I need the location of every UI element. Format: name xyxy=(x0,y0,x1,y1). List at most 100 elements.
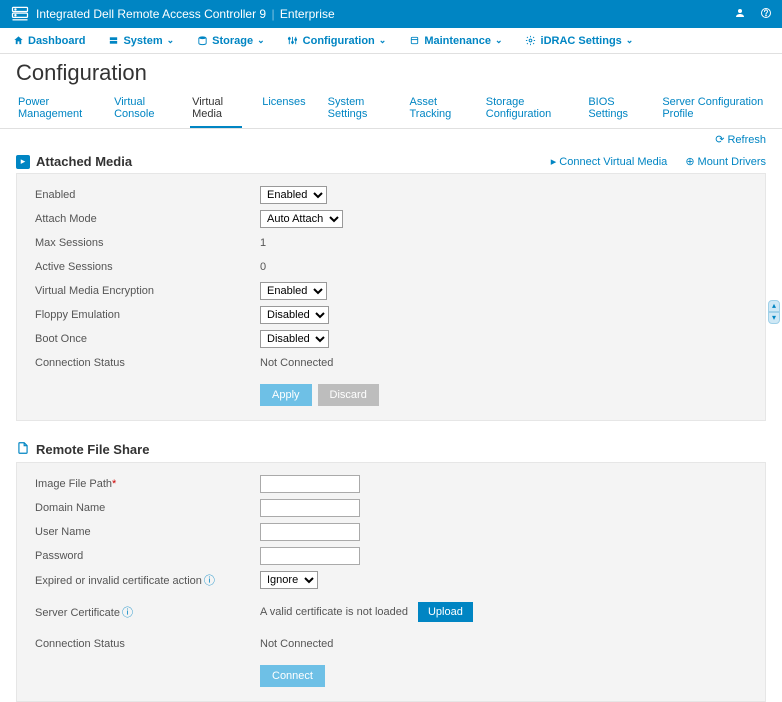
caret-down-icon: ⌄ xyxy=(257,35,265,46)
info-icon[interactable]: ⓘ xyxy=(122,607,133,619)
file-icon xyxy=(16,441,30,458)
apply-button[interactable]: Apply xyxy=(260,384,312,406)
play-icon: ▸ xyxy=(551,155,557,168)
image-path-input[interactable] xyxy=(260,475,360,493)
attach-mode-label: Attach Mode xyxy=(35,213,260,225)
boot-once-label: Boot Once xyxy=(35,333,260,345)
conn-status-value: Not Connected xyxy=(260,357,333,369)
nav-storage-label: Storage xyxy=(212,35,253,47)
nav-system-label: System xyxy=(123,35,162,47)
tab-asset-tracking[interactable]: Asset Tracking xyxy=(407,90,465,128)
rfs-conn-status-label: Connection Status xyxy=(35,638,260,650)
product-logo-icon xyxy=(10,4,30,24)
remote-file-share-section: Remote File Share Image File Path* Domai… xyxy=(0,437,782,702)
tab-licenses[interactable]: Licenses xyxy=(260,90,307,128)
attached-media-section: ▸ Attached Media ▸Connect Virtual Media … xyxy=(0,150,782,421)
refresh-icon: ⟳ xyxy=(715,133,724,146)
tab-bios[interactable]: BIOS Settings xyxy=(586,90,642,128)
connect-virtual-media-link[interactable]: ▸Connect Virtual Media xyxy=(551,155,668,168)
nav-maintenance-label: Maintenance xyxy=(424,35,491,47)
config-tabs: Power Management Virtual Console Virtual… xyxy=(0,90,782,129)
rfs-header: Remote File Share xyxy=(8,437,774,462)
caret-down-icon: ⌄ xyxy=(379,35,387,46)
password-input[interactable] xyxy=(260,547,360,565)
nav-idrac-label: iDRAC Settings xyxy=(541,35,622,47)
nav-dashboard[interactable]: Dashboard xyxy=(12,35,85,47)
active-sessions-label: Active Sessions xyxy=(35,261,260,273)
mount-drivers-link[interactable]: ⊕ Mount Drivers xyxy=(685,155,766,168)
max-sessions-value: 1 xyxy=(260,237,266,249)
refresh-link[interactable]: ⟳Refresh xyxy=(715,133,766,146)
caret-down-icon: ⌄ xyxy=(626,35,634,46)
attached-media-header: ▸ Attached Media ▸Connect Virtual Media … xyxy=(8,150,774,173)
gear-icon xyxy=(525,35,537,47)
refresh-label: Refresh xyxy=(727,134,766,146)
help-icon[interactable] xyxy=(760,7,772,22)
encryption-select[interactable]: Enabled xyxy=(260,282,327,300)
collapse-icon[interactable]: ▸ xyxy=(16,155,30,169)
caret-down-icon: ⌄ xyxy=(167,35,175,46)
rfs-panel: Image File Path* Domain Name User Name P… xyxy=(16,462,766,702)
rfs-title-group: Remote File Share xyxy=(16,441,149,458)
attach-mode-select[interactable]: Auto Attach xyxy=(260,210,343,228)
tab-storage-config[interactable]: Storage Configuration xyxy=(484,90,569,128)
server-cert-label: Server Certificateⓘ xyxy=(35,604,260,620)
storage-icon xyxy=(196,35,208,47)
nav-system[interactable]: System ⌄ xyxy=(107,35,174,47)
upload-button[interactable]: Upload xyxy=(418,602,473,622)
product-edition: Enterprise xyxy=(280,7,335,21)
server-cert-status: A valid certificate is not loaded xyxy=(260,606,408,618)
user-input[interactable] xyxy=(260,523,360,541)
enabled-label: Enabled xyxy=(35,189,260,201)
boot-once-select[interactable]: Disabled xyxy=(260,330,329,348)
tab-virtual-media[interactable]: Virtual Media xyxy=(190,90,242,128)
attached-media-panel: EnabledEnabled Attach ModeAuto Attach Ma… xyxy=(16,173,766,421)
nav-configuration[interactable]: Configuration⌄ xyxy=(287,35,387,47)
sliders-icon xyxy=(287,35,299,47)
tab-server-config-profile[interactable]: Server Configuration Profile xyxy=(660,90,766,128)
mount-drivers-label: Mount Drivers xyxy=(698,156,766,168)
rfs-title: Remote File Share xyxy=(36,442,149,457)
domain-label: Domain Name xyxy=(35,502,260,514)
max-sessions-label: Max Sessions xyxy=(35,237,260,249)
password-label: Password xyxy=(35,550,260,562)
rfs-buttons: Connect xyxy=(260,665,747,687)
page-title: Configuration xyxy=(0,54,782,90)
tab-system-settings[interactable]: System Settings xyxy=(326,90,390,128)
mount-icon: ⊕ xyxy=(685,155,694,168)
discard-button[interactable]: Discard xyxy=(318,384,379,406)
image-path-label: Image File Path* xyxy=(35,478,260,490)
title-divider: | xyxy=(271,7,274,21)
scroll-up-icon[interactable]: ▴ xyxy=(768,300,780,312)
domain-input[interactable] xyxy=(260,499,360,517)
attached-media-actions: ▸Connect Virtual Media ⊕ Mount Drivers xyxy=(551,155,766,168)
cert-action-select[interactable]: Ignore xyxy=(260,571,318,589)
home-icon xyxy=(12,35,24,47)
attached-buttons: Apply Discard xyxy=(260,384,747,406)
caret-down-icon: ⌄ xyxy=(495,35,503,46)
floppy-label: Floppy Emulation xyxy=(35,309,260,321)
connect-button[interactable]: Connect xyxy=(260,665,325,687)
user-label: User Name xyxy=(35,526,260,538)
info-icon[interactable]: ⓘ xyxy=(204,575,215,587)
tab-power[interactable]: Power Management xyxy=(16,90,94,128)
tab-virtual-console[interactable]: Virtual Console xyxy=(112,90,172,128)
nav-dashboard-label: Dashboard xyxy=(28,35,85,47)
floppy-select[interactable]: Disabled xyxy=(260,306,329,324)
rfs-conn-status-value: Not Connected xyxy=(260,638,333,650)
user-icon[interactable] xyxy=(734,7,746,22)
conn-status-label: Connection Status xyxy=(35,357,260,369)
scroll-down-icon[interactable]: ▾ xyxy=(768,312,780,324)
nav-idrac[interactable]: iDRAC Settings ⌄ xyxy=(525,35,634,47)
cert-action-label: Expired or invalid certificate actionⓘ xyxy=(35,572,260,588)
enabled-select[interactable]: Enabled xyxy=(260,186,327,204)
attached-media-title: Attached Media xyxy=(36,154,132,169)
nav-maintenance[interactable]: Maintenance ⌄ xyxy=(408,35,502,47)
refresh-row: ⟳Refresh xyxy=(0,129,782,150)
nav-storage[interactable]: Storage ⌄ xyxy=(196,35,265,47)
encryption-label: Virtual Media Encryption xyxy=(35,285,260,297)
header-right xyxy=(734,7,772,22)
server-icon xyxy=(107,35,119,47)
scroll-hint[interactable]: ▴▾ xyxy=(768,300,780,324)
connect-vm-label: Connect Virtual Media xyxy=(559,156,667,168)
